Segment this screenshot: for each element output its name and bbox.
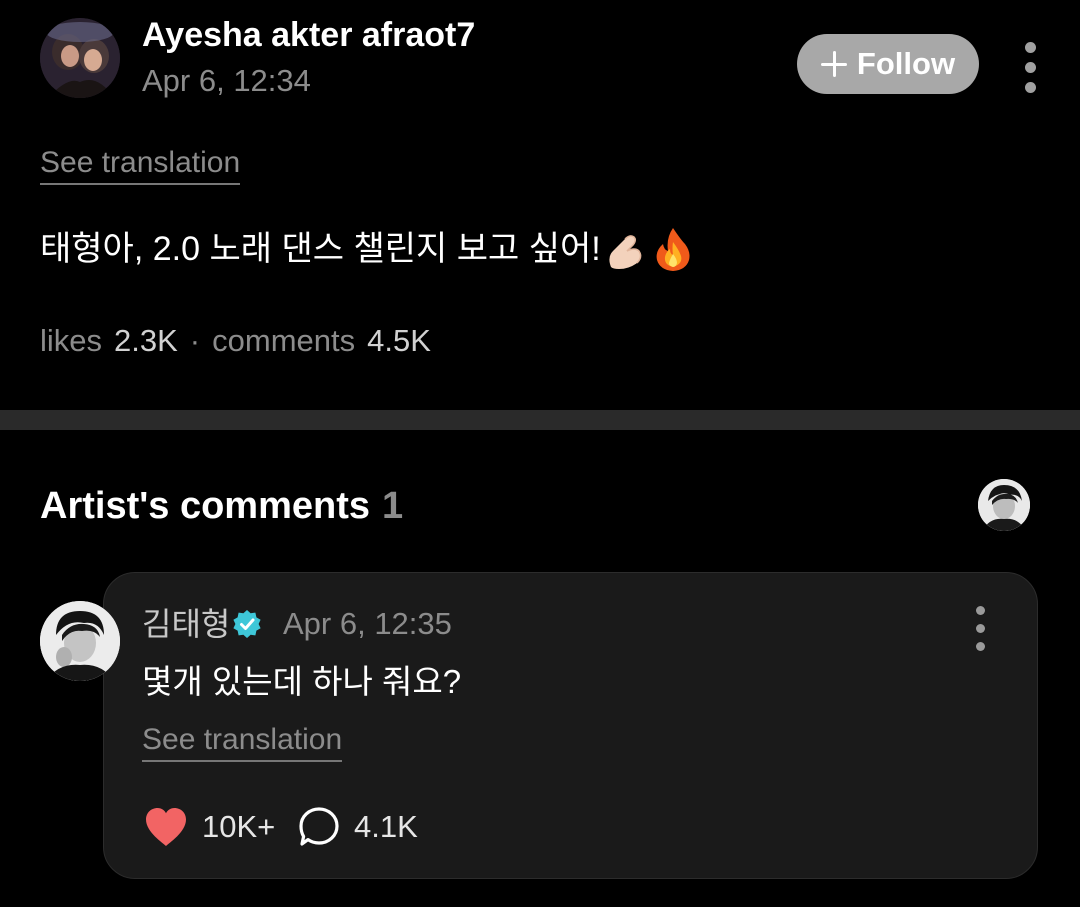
author-avatar[interactable] xyxy=(40,18,120,98)
verified-badge-icon xyxy=(232,609,262,639)
plus-icon xyxy=(820,51,847,77)
post-see-translation-link[interactable]: See translation xyxy=(40,145,241,185)
comments-label: comments xyxy=(212,323,356,358)
post-text: 태형아, 2.0 노래 댄스 챌린지 보고 싶어! xyxy=(40,230,601,268)
comment-like-count: 10K+ xyxy=(202,809,276,844)
heart-icon[interactable] xyxy=(143,806,189,848)
artist-comments-count: 1 xyxy=(382,485,404,527)
comment-timestamp: Apr 6, 12:35 xyxy=(283,606,452,641)
commenter-avatar[interactable] xyxy=(40,601,120,681)
author-name[interactable]: Ayesha akter afraot7 xyxy=(142,14,475,56)
post-body: 태형아, 2.0 노래 댄스 챌린지 보고 싶어! xyxy=(40,225,693,273)
comment-text: 몇개 있는데 하나 줘요? xyxy=(142,663,462,700)
author-avatar-image xyxy=(40,18,120,98)
commenter-avatar-image xyxy=(40,601,120,681)
commenter-name[interactable]: 김태형 xyxy=(142,604,230,644)
artist-comments-heading: Artist's comments 1 xyxy=(40,484,403,528)
follow-button[interactable]: Follow xyxy=(797,34,979,94)
comment-more-options-icon[interactable] xyxy=(974,606,986,651)
artist-comments-title: Artist's comments xyxy=(40,485,371,527)
reply-bubble-icon[interactable] xyxy=(298,806,340,848)
post-timestamp: Apr 6, 12:34 xyxy=(142,63,311,98)
comment-reply-count: 4.1K xyxy=(354,809,418,844)
likes-label: likes xyxy=(40,323,103,358)
comment-see-translation-link[interactable]: See translation xyxy=(142,722,343,762)
stats-separator: · xyxy=(189,323,201,358)
follow-button-label: Follow xyxy=(856,46,956,81)
artist-avatar-small-image xyxy=(978,479,1030,531)
likes-count[interactable]: 2.3K xyxy=(114,322,178,360)
pinching-hand-emoji xyxy=(603,227,647,271)
section-divider xyxy=(0,410,1080,430)
post-stats: likes 2.3K · comments 4.5K xyxy=(40,322,431,360)
artist-avatar-small[interactable] xyxy=(978,479,1030,531)
fire-emoji xyxy=(653,226,693,272)
comments-count[interactable]: 4.5K xyxy=(367,322,431,360)
post-more-options-icon[interactable] xyxy=(1024,42,1036,93)
